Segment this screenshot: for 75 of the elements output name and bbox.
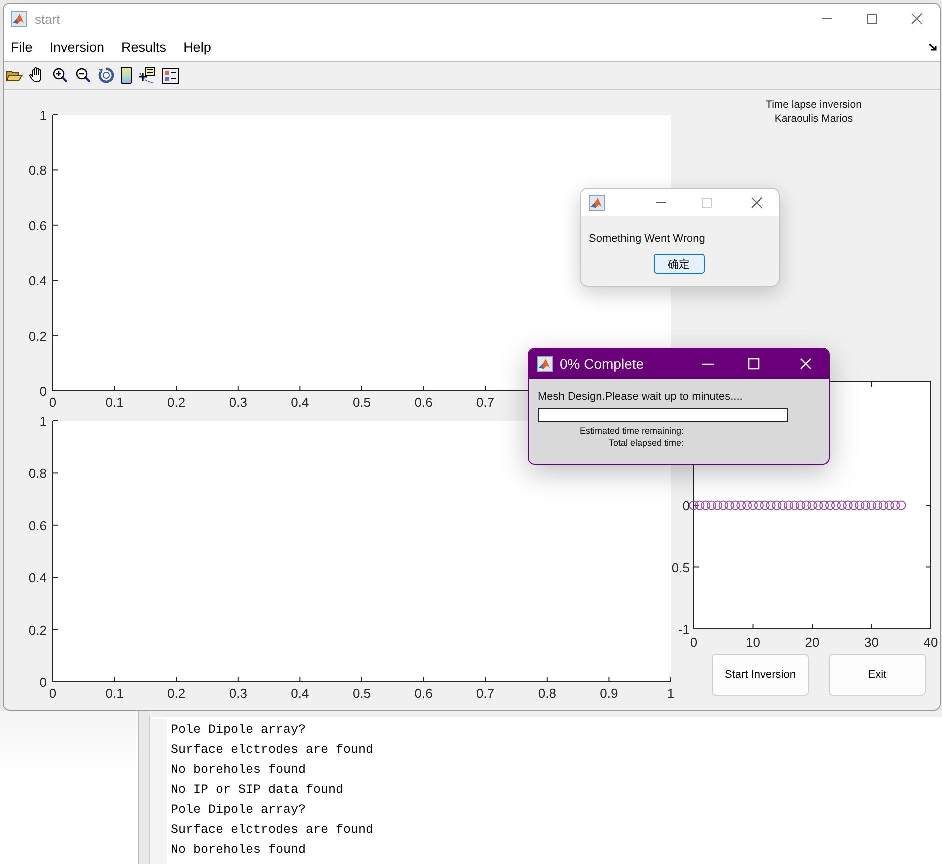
tick-label: 0.6 (28, 518, 47, 534)
tick-label: 0.6 (414, 395, 433, 410)
output-line: Pole Dipole array? (171, 722, 308, 739)
colorbar-icon[interactable] (121, 67, 132, 84)
tick-label: 0.9 (600, 686, 618, 701)
progress-message: Mesh Design.Please wait up to minutes.... (538, 391, 744, 403)
tick-label: 0.8 (538, 686, 556, 701)
tick-label: 0 (49, 686, 57, 701)
tick-label: 0 (40, 675, 47, 690)
tick-label: 0.6 (28, 218, 47, 234)
tick-label: 0.1 (106, 686, 124, 701)
tick-label: 40 (924, 635, 938, 650)
tick-label: 0.3 (229, 395, 248, 410)
maximize-icon[interactable] (866, 13, 878, 25)
logo-icon (589, 194, 605, 210)
tick-label: 1 (40, 414, 47, 429)
tick-label: 0 (682, 498, 690, 514)
maximize-icon (701, 196, 713, 208)
menu-item[interactable]: Inversion (50, 40, 105, 55)
output-line: No boreholes found (171, 762, 308, 779)
tick-label: 20 (805, 635, 820, 650)
tick-label: 0.6 (414, 686, 433, 701)
tick-label: 1 (667, 686, 675, 701)
tick-label: 0.7 (476, 395, 495, 410)
tick-label: 0.2 (168, 686, 186, 701)
output-line: Surface elctrodes are found (171, 742, 374, 759)
tick-label: 1 (40, 108, 47, 123)
data-cursor-icon[interactable] (138, 67, 156, 84)
tick-label: 0.4 (28, 274, 47, 289)
estimated-time-label: Estimated time remaining: (580, 425, 684, 437)
rotate-icon[interactable] (98, 67, 115, 84)
tick-label: 0.5 (352, 395, 372, 410)
push-button[interactable]: Start Inversion (712, 654, 809, 696)
tick-label: 0 (40, 384, 47, 399)
close-icon[interactable] (911, 13, 923, 25)
tick-label: 0.1 (106, 395, 124, 410)
tick-label: 0.2 (28, 622, 47, 638)
tick-label: 0.4 (291, 395, 310, 410)
zoom-out-icon[interactable] (75, 67, 92, 84)
tick-label: -1 (678, 622, 690, 637)
logo-icon (11, 11, 27, 27)
dialog-title: 0% Complete (560, 356, 644, 372)
tick-label: 0.8 (28, 163, 47, 178)
author-text: Time lapse inversion (766, 98, 862, 112)
window-title: start (35, 12, 60, 26)
close-icon[interactable] (751, 196, 763, 208)
author-text: Karaoulis Marios (774, 112, 854, 126)
push-button[interactable]: Exit (829, 654, 926, 696)
tick-label: 30 (864, 635, 879, 650)
elapsed-time-label: Total elapsed time: (608, 437, 684, 449)
tick-label: 0.3 (229, 686, 248, 701)
tick-label: 0.4 (291, 686, 310, 701)
output-line: Pole Dipole array? (171, 802, 308, 819)
tick-label: 0 (49, 395, 57, 410)
tick-label: 0.7 (476, 686, 495, 701)
ok-button[interactable]: 确定 (654, 254, 704, 274)
tick-label: 0.8 (28, 466, 47, 482)
logo-icon (537, 356, 553, 372)
output-line: Surface elctrodes are found (171, 822, 374, 839)
error-message: Something Went Wrong (589, 233, 706, 245)
tick-label: 0.2 (168, 395, 186, 410)
menu-item[interactable]: Help (184, 40, 212, 55)
dock-arrow-icon[interactable] (929, 44, 937, 51)
tick-label: 0.5 (352, 686, 372, 701)
legend-icon[interactable] (162, 68, 179, 84)
menu-item[interactable]: Results (122, 40, 167, 55)
tick-label: 0.5 (672, 560, 690, 576)
output-line: No IP or SIP data found (171, 782, 345, 799)
tick-label: 0.4 (28, 570, 47, 586)
zoom-in-icon[interactable] (52, 67, 69, 84)
output-line: No boreholes found (171, 842, 308, 859)
tick-label: 0 (690, 635, 698, 650)
menu-item[interactable]: File (11, 40, 33, 55)
tick-label: 10 (746, 635, 760, 650)
tick-label: 0.2 (28, 328, 47, 344)
